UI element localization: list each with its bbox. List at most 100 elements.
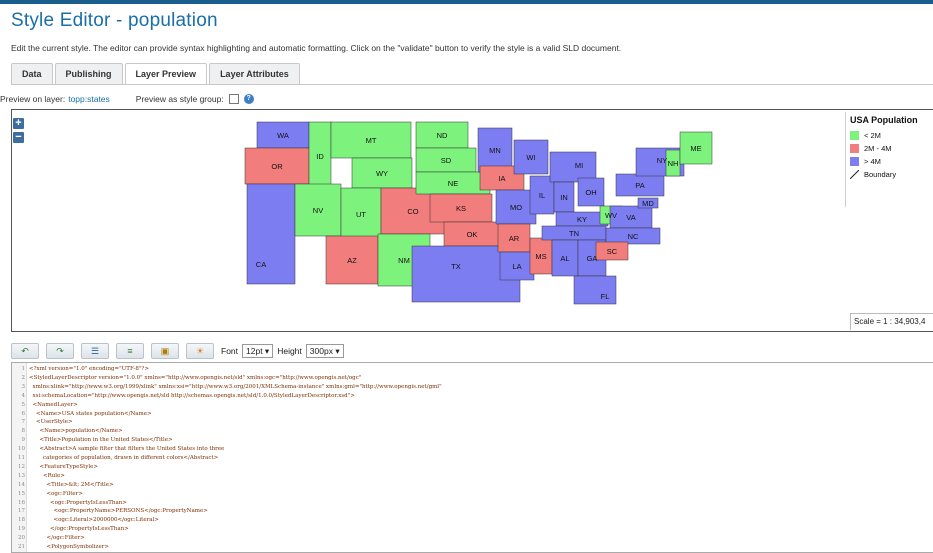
reformat-icon: ≡ — [127, 346, 133, 356]
line-number: 14 — [18, 481, 25, 488]
legend-item: < 2M — [850, 129, 933, 142]
code-line: <Abstract>A sample filter that filters t… — [29, 446, 225, 453]
state-label: UT — [356, 210, 366, 219]
state-label: NV — [313, 206, 323, 215]
state-label: VA — [626, 213, 635, 222]
line-number: 4 — [21, 392, 26, 399]
map-preview[interactable]: WA OR CA ID NV MT WY UT AZ CO NM ND SD NE KS OK TX MN IA MO… — [11, 109, 933, 332]
redo-icon: ↷ — [56, 345, 64, 356]
state-label: ID — [316, 152, 324, 161]
line-number: 6 — [21, 410, 26, 417]
state-label: GA — [587, 254, 598, 263]
tab-layer-attributes[interactable]: Layer Attributes — [209, 63, 300, 84]
code-line: <Title>&lt; 2M</Title> — [29, 481, 114, 488]
state-label: ND — [437, 131, 448, 140]
code-line: <PolygonSymbolizer> — [29, 544, 109, 550]
line-number: 10 — [18, 446, 25, 453]
preview-layer-link[interactable]: topp:states — [68, 94, 110, 104]
state-label: TN — [569, 229, 579, 238]
code-line: <Rule> — [29, 472, 65, 479]
color-picker-button[interactable]: ▣ — [151, 343, 179, 359]
state-label: NM — [398, 256, 410, 265]
state-label: OR — [271, 162, 283, 171]
image-icon: ☀ — [195, 345, 205, 356]
font-size-select[interactable]: 12pt ▾ — [242, 344, 274, 358]
preview-options-row: Preview on layer: topp:states Preview as… — [0, 94, 254, 104]
state-label: TX — [451, 262, 461, 271]
code-line: <ogc:Filter> — [29, 490, 83, 497]
line-number: 8 — [21, 428, 26, 435]
code-line: <ogc:PropertyIsLessThan> — [29, 499, 127, 506]
state-mi — [549, 151, 597, 183]
state-label: WY — [376, 169, 388, 178]
code-editor[interactable]: 1 2 3 4 5 6 7 8 9 10 11 12 13 14 15 16 17 18 19 20 21 <?xml … — [11, 362, 933, 553]
legend-swatch — [850, 131, 859, 140]
editor-toolbar: ↶ ↷ ☰ ≡ ▣ ☀ Font 12pt ▾ Height 300px ▾ — [11, 342, 348, 360]
state-label: IL — [539, 191, 545, 200]
tab-layer-preview[interactable]: Layer Preview — [124, 63, 208, 85]
code-line: xmlns:xlink="http://www.w3.org/1999/xlin… — [29, 383, 442, 390]
legend-swatch — [850, 144, 859, 153]
height-select[interactable]: 300px ▾ — [305, 344, 344, 358]
help-icon[interactable]: ? — [243, 94, 254, 104]
state-label: MN — [489, 146, 501, 155]
line-number: 5 — [21, 401, 26, 408]
line-number: 1 — [21, 366, 26, 372]
undo-icon: ↶ — [21, 345, 29, 356]
state-label: AR — [509, 234, 520, 243]
tab-data[interactable]: Data — [11, 63, 53, 84]
boundary-line-icon — [850, 170, 859, 179]
goto-line-icon: ☰ — [90, 345, 100, 356]
state-label: WA — [277, 131, 289, 140]
state-label: CO — [407, 207, 418, 216]
map-legend: USA Population < 2M 2M - 4M > 4M Boundar… — [845, 112, 933, 207]
state-label: SC — [607, 247, 618, 256]
line-number: 19 — [18, 526, 25, 533]
tab-publishing[interactable]: Publishing — [54, 63, 123, 84]
legend-item: Boundary — [850, 168, 933, 181]
font-label: Font — [221, 346, 239, 356]
preview-group-label: Preview as style group: — [135, 94, 224, 104]
code-line: </ogc:PropertyIsLessThan> — [29, 526, 129, 533]
state-label: NH — [668, 159, 679, 168]
zoom-out-button[interactable]: − — [13, 132, 24, 143]
us-states-map: WA OR CA ID NV MT WY UT AZ CO NM ND SD NE KS OK TX MN IA MO… — [244, 121, 713, 305]
state-label: SD — [441, 156, 452, 165]
tab-bar: Data Publishing Layer Preview Layer Attr… — [11, 63, 302, 85]
line-number: 17 — [18, 508, 25, 515]
state-label: WI — [526, 153, 535, 162]
line-number: 11 — [18, 455, 25, 461]
state-label: MT — [366, 136, 377, 145]
state-label: KS — [456, 204, 466, 213]
zoom-in-button[interactable]: + — [13, 118, 24, 129]
state-ca — [246, 183, 296, 285]
code-line: xsi:schemaLocation="http://www.opengis.n… — [29, 392, 355, 399]
map-scale: Scale = 1 : 34,903,4 — [850, 313, 933, 330]
preview-layer-label: Preview on layer: — [0, 94, 66, 104]
state-label: ME — [690, 144, 701, 153]
state-label: MS — [535, 252, 546, 261]
state-label: NE — [448, 179, 458, 188]
goto-line-button[interactable]: ☰ — [81, 343, 109, 359]
reformat-button[interactable]: ≡ — [116, 343, 144, 359]
tab-divider — [11, 84, 933, 85]
redo-button[interactable]: ↷ — [46, 343, 74, 359]
preview-group-checkbox[interactable] — [228, 94, 239, 104]
line-number: 12 — [18, 463, 25, 470]
code-line: <FeatureTypeStyle> — [29, 463, 99, 470]
state-label: LA — [512, 262, 521, 271]
state-label: PA — [635, 181, 644, 190]
state-label: NC — [628, 232, 639, 241]
state-fl — [573, 275, 617, 305]
state-label: IA — [498, 174, 505, 183]
code-line: <Name>USA states population</Name> — [29, 410, 152, 417]
line-number: 2 — [21, 374, 26, 381]
line-number: 13 — [18, 472, 25, 479]
code-line: <UserStyle> — [29, 419, 73, 426]
image-button[interactable]: ☀ — [186, 343, 214, 359]
undo-button[interactable]: ↶ — [11, 343, 39, 359]
height-label: Height — [277, 346, 302, 356]
state-label: MI — [575, 161, 583, 170]
legend-title: USA Population — [850, 115, 918, 125]
state-label: AL — [560, 254, 569, 263]
